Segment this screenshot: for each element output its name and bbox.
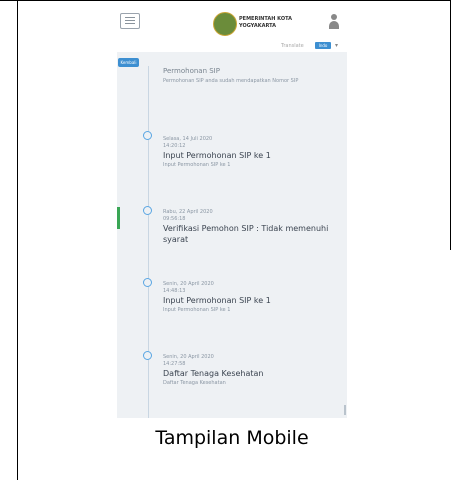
timeline-entry: Rabu, 22 April 2020 09:56:18 Verifikasi … [163, 209, 338, 245]
timeline-entry-date: Senin, 20 April 2020 [163, 354, 214, 360]
timeline-entry: Senin, 20 April 2020 14:48:13 Input Perm… [163, 281, 338, 314]
timeline-entry-time: 09:56:18 [163, 216, 186, 222]
scrollbar[interactable] [344, 405, 346, 415]
timeline-entry-date: Selasa, 14 Juli 2020 [163, 136, 213, 142]
timeline-entry-title: Verifikasi Pemohon SIP : Tidak memenuhi … [163, 224, 329, 244]
timeline-entry-time: 14:20:12 [163, 143, 186, 149]
timeline-entry-date: Senin, 20 April 2020 [163, 281, 214, 287]
hamburger-menu-icon[interactable] [120, 13, 140, 29]
timeline-entry-title: Input Permohonan SIP ke 1 [163, 296, 271, 305]
timeline-entry-time: 14:27:58 [163, 361, 186, 367]
timeline-entry-title: Permohonan SIP [163, 67, 220, 75]
timeline-dot-icon [143, 131, 152, 140]
timeline-entry: Permohonan SIP Permohonan SIP anda sudah… [163, 66, 338, 85]
logo-title: PEMERINTAH KOTA [239, 16, 292, 22]
timeline-entry-time: 14:48:13 [163, 288, 186, 294]
timeline-dot-icon [143, 206, 152, 215]
chevron-down-icon[interactable]: ▾ [335, 42, 338, 49]
timeline-entry-subtitle: Permohonan SIP anda sudah mendapatkan No… [163, 78, 299, 84]
timeline-entry: Senin, 20 April 2020 14:27:58 Daftar Ten… [163, 354, 338, 387]
timeline-entry: Selasa, 14 Juli 2020 14:20:12 Input Perm… [163, 136, 338, 169]
table-top-border [0, 0, 451, 1]
user-icon[interactable] [329, 14, 339, 30]
timeline-entry-subtitle: Input Permohonan SIP ke 1 [163, 162, 231, 168]
timeline-entry-subtitle: Input Permohonan SIP ke 1 [163, 307, 231, 313]
timeline-entry-date: Rabu, 22 April 2020 [163, 209, 213, 215]
language-select-button[interactable]: Indo [315, 42, 331, 49]
mobile-screenshot: PEMERINTAH KOTA YOGYAKARTA Translate Ind… [117, 4, 347, 418]
timeline-entry-title: Input Permohonan SIP ke 1 [163, 151, 271, 160]
timeline-entry-title: Daftar Tenaga Kesehatan [163, 369, 264, 378]
active-marker [117, 207, 120, 229]
figure-caption: Tampilan Mobile [155, 427, 309, 449]
timeline-line [148, 66, 149, 418]
city-emblem-logo [213, 12, 237, 36]
back-button[interactable]: Kembali [118, 58, 139, 67]
mobile-header: PEMERINTAH KOTA YOGYAKARTA Translate Ind… [117, 4, 347, 52]
timeline-dot-icon [143, 351, 152, 360]
timeline-entry-subtitle: Daftar Tenaga Kesehatan [163, 380, 226, 386]
logo-subtitle: YOGYAKARTA [239, 23, 276, 29]
timeline-dot-icon [143, 278, 152, 287]
table-column-divider-left [17, 0, 18, 480]
language-label: Translate [281, 43, 304, 49]
